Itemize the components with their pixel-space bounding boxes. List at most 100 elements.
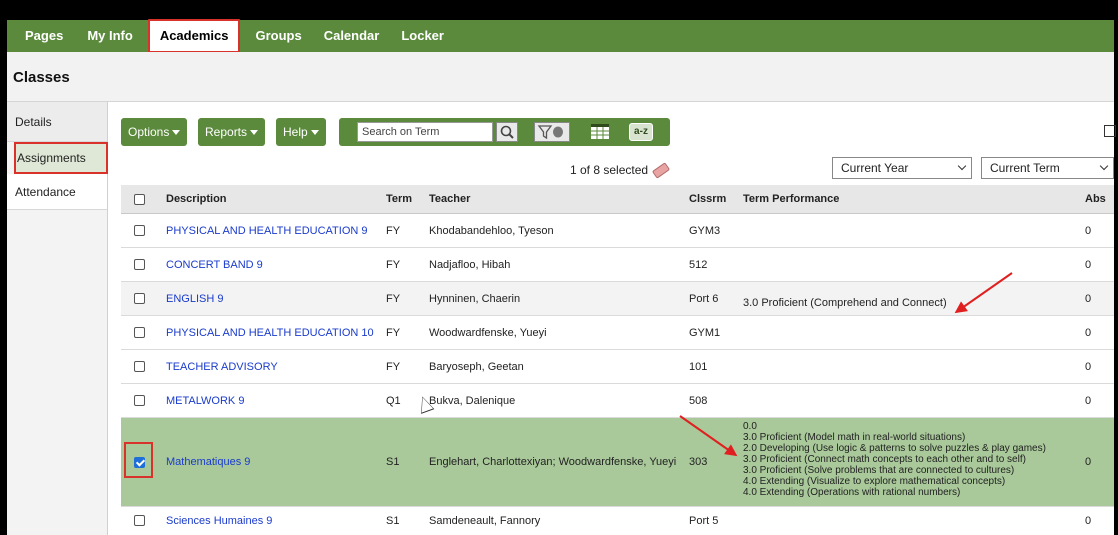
performance-cell: 3.0 Proficient (Comprehend and Connect) (743, 296, 947, 309)
chevron-down-icon (310, 130, 319, 136)
row-checkbox[interactable] (134, 327, 145, 338)
performance-cell: 0.0 3.0 Proficient (Model math in real-w… (743, 421, 1046, 498)
abs-cell: 0 (1085, 456, 1092, 468)
abs-cell: 0 (1085, 394, 1092, 407)
teacher-cell: Nadjafloo, Hibah (429, 258, 511, 271)
abs-cell: 0 (1085, 258, 1092, 271)
classroom-cell: 512 (689, 258, 708, 271)
header-abs[interactable]: Abs (1085, 185, 1106, 213)
nav-calendar[interactable]: Calendar (313, 20, 391, 52)
classroom-cell: Port 6 (689, 292, 719, 305)
abs-cell: 0 (1085, 514, 1092, 527)
row-checkbox-checked[interactable] (134, 456, 145, 468)
class-link[interactable]: PHYSICAL AND HEALTH EDUCATION 10 (166, 316, 374, 349)
header-teacher[interactable]: Teacher (429, 185, 470, 213)
header-description[interactable]: Description (166, 185, 227, 213)
sidebar-item-details[interactable]: Details (7, 102, 107, 142)
export-icon[interactable] (1104, 125, 1116, 137)
table-row[interactable]: PHYSICAL AND HEALTH EDUCATION 9 FY Khoda… (121, 214, 1114, 248)
teacher-cell: Woodwardfenske, Yueyi (429, 326, 547, 339)
nav-pages[interactable]: Pages (7, 20, 85, 52)
row-checkbox[interactable] (134, 293, 145, 304)
selection-count-text: 1 of 8 selected (570, 163, 649, 177)
performance-line: 2.0 Developing (Use logic & patterns to … (743, 443, 1046, 454)
reports-button[interactable]: Reports (198, 118, 266, 146)
abs-cell: 0 (1085, 292, 1092, 305)
classroom-cell: Port 5 (689, 514, 719, 527)
help-button[interactable]: Help (276, 118, 326, 146)
teacher-cell: Khodabandehloo, Tyeson (429, 224, 554, 237)
class-link[interactable]: ENGLISH 9 (166, 282, 223, 315)
term-cell: Q1 (386, 394, 401, 407)
header-term[interactable]: Term (386, 185, 412, 213)
header-term-performance[interactable]: Term Performance (743, 185, 839, 213)
class-link[interactable]: Mathematiques 9 (166, 418, 250, 506)
classroom-cell: GYM1 (689, 326, 721, 339)
nav-academics[interactable]: Academics (147, 19, 241, 53)
nav-locker[interactable]: Locker (390, 20, 455, 52)
class-link[interactable]: TEACHER ADVISORY (166, 350, 278, 383)
class-link[interactable]: PHYSICAL AND HEALTH EDUCATION 9 (166, 214, 368, 247)
page-title-bar: Classes (7, 52, 1114, 102)
teacher-cell: Hynninen, Chaerin (429, 292, 521, 305)
select-all-checkbox[interactable] (134, 193, 145, 205)
performance-line: 3.0 Proficient (Model math in real-world… (743, 432, 966, 443)
term-cell: S1 (386, 456, 400, 468)
term-select[interactable]: Current Term (981, 157, 1114, 179)
row-checkbox[interactable] (134, 361, 145, 372)
eraser-icon[interactable] (651, 162, 671, 180)
table-row-selected[interactable]: Mathematiques 9 S1 Englehart, Charlottex… (121, 418, 1114, 507)
row-checkbox[interactable] (134, 395, 145, 406)
nav-my-info[interactable]: My Info (85, 20, 144, 52)
table-row[interactable]: PHYSICAL AND HEALTH EDUCATION 10 FY Wood… (121, 316, 1114, 350)
chevron-down-icon (172, 130, 181, 136)
term-select-value: Current Term (990, 161, 1060, 175)
abs-cell: 0 (1085, 326, 1092, 339)
search-button[interactable] (496, 122, 518, 142)
abs-cell: 0 (1085, 360, 1092, 373)
year-select[interactable]: Current Year (832, 157, 972, 179)
sidebar: Details Assignments Attendance (7, 102, 108, 535)
classes-table: Description Term Teacher Clssrm Term Per… (121, 185, 1114, 534)
performance-line: 4.0 Extending (Operations with rational … (743, 487, 961, 498)
reports-label: Reports (205, 125, 248, 139)
row-checkbox[interactable] (134, 225, 145, 236)
sidebar-item-attendance[interactable]: Attendance (7, 174, 107, 210)
table-row[interactable]: METALWORK 9 Q1 Bukva, Dalenique 508 0 (121, 384, 1114, 418)
top-nav: Pages My Info Academics Groups Calendar … (7, 19, 1114, 53)
sort-az-button[interactable]: a-z (629, 123, 653, 141)
chevron-down-icon (250, 130, 259, 136)
search-icon (500, 125, 514, 139)
header-clssrm[interactable]: Clssrm (689, 185, 726, 213)
grid-icon (591, 124, 609, 139)
table-row[interactable]: TEACHER ADVISORY FY Baryoseph, Geetan 10… (121, 350, 1114, 384)
options-label: Options (128, 125, 170, 139)
table-row[interactable]: Sciences Humaines 9 S1 Samdeneault, Fann… (121, 507, 1114, 534)
table-row[interactable]: CONCERT BAND 9 FY Nadjafloo, Hibah 512 0 (121, 248, 1114, 282)
term-cell: FY (386, 224, 401, 237)
classroom-cell: 508 (689, 394, 708, 407)
nav-groups[interactable]: Groups (244, 20, 312, 52)
class-link[interactable]: Sciences Humaines 9 (166, 507, 272, 534)
teacher-cell: Baryoseph, Geetan (429, 360, 524, 373)
teacher-cell: Englehart, Charlottexiyan; Woodwardfensk… (429, 456, 677, 468)
row-checkbox[interactable] (134, 259, 145, 270)
sidebar-item-assignments[interactable]: Assignments (14, 142, 108, 174)
filter-button[interactable] (534, 122, 570, 142)
window-frame-left (0, 0, 7, 535)
performance-line: 0.0 (743, 421, 757, 432)
term-cell: FY (386, 326, 401, 339)
class-link[interactable]: CONCERT BAND 9 (166, 248, 263, 281)
grid-view-button[interactable] (591, 124, 609, 139)
classroom-cell: GYM3 (689, 224, 721, 237)
search-input[interactable] (357, 122, 493, 142)
teacher-cell: Samdeneault, Fannory (429, 514, 541, 527)
options-button[interactable]: Options (121, 118, 188, 146)
table-header: Description Term Teacher Clssrm Term Per… (121, 185, 1114, 214)
performance-line: 3.0 Proficient (Solve problems that are … (743, 465, 1015, 476)
filter-icon (537, 125, 563, 140)
class-link[interactable]: METALWORK 9 (166, 384, 244, 417)
page-title: Classes (13, 69, 70, 86)
term-cell: FY (386, 258, 401, 271)
row-checkbox[interactable] (134, 515, 145, 526)
